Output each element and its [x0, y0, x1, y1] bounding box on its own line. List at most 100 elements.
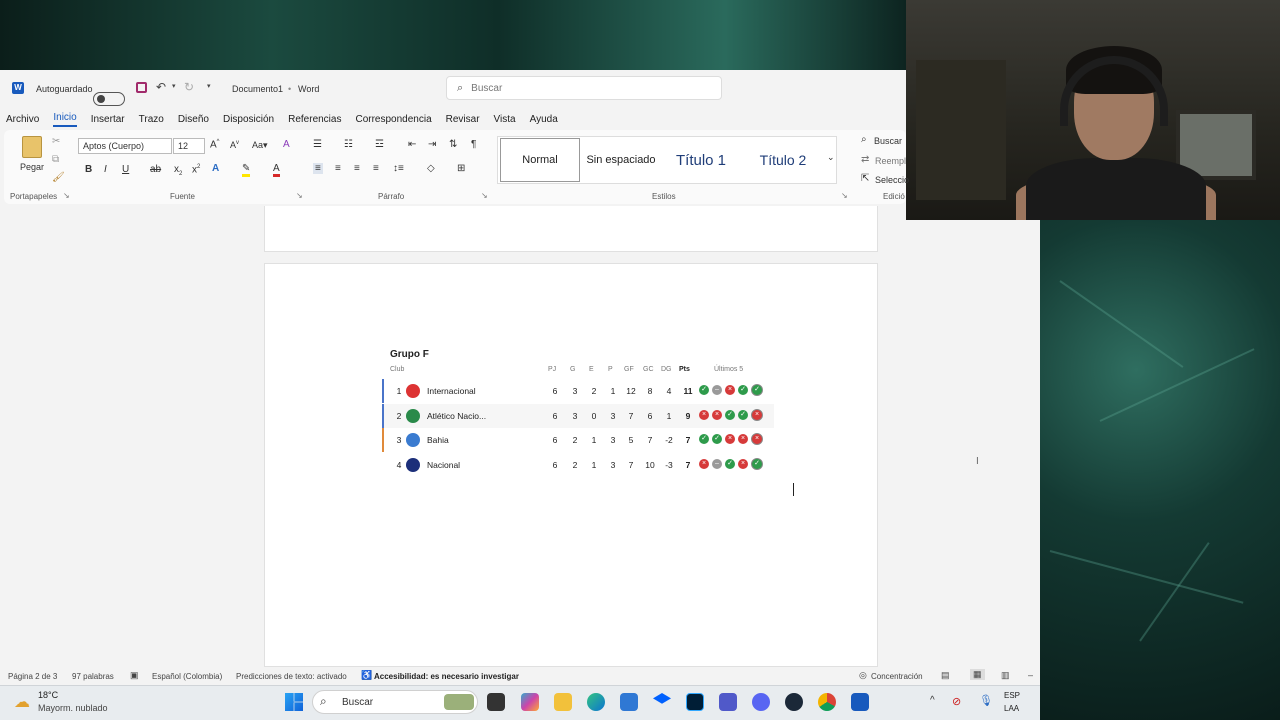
photoshop-icon[interactable] — [686, 693, 704, 711]
line-spacing-icon[interactable]: ↕≡ — [393, 163, 404, 174]
sort-icon[interactable]: ⇅ — [449, 139, 457, 150]
style-normal[interactable]: Normal — [500, 138, 580, 182]
search-highlight-icon[interactable] — [444, 694, 474, 710]
paste-button[interactable]: Pegar — [20, 162, 44, 172]
numbering-icon[interactable]: ☷ — [344, 139, 353, 150]
weather-temp[interactable]: 18°C — [38, 690, 58, 700]
microphone-icon[interactable]: 🎙 — [979, 694, 993, 707]
strikethrough-icon[interactable]: ab — [150, 164, 161, 175]
style-titulo-2[interactable]: Título 2 — [744, 138, 822, 182]
borders-icon[interactable]: ⊞ — [457, 163, 465, 174]
zoom-out-icon[interactable]: – — [1028, 670, 1033, 680]
language[interactable]: Español (Colombia) — [152, 672, 222, 681]
style-titulo-1[interactable]: Título 1 — [664, 138, 738, 182]
word-taskbar-icon[interactable] — [851, 693, 869, 711]
focus-mode[interactable]: Concentración — [871, 672, 923, 681]
replace-icon[interactable]: ⇄ — [861, 154, 869, 165]
customize-toolbar-icon[interactable]: ▾ — [207, 82, 211, 90]
replace-button[interactable]: Reempl — [875, 156, 906, 166]
tab-insertar[interactable]: Insertar — [91, 114, 125, 125]
paragraph-launcher-icon[interactable]: ↘ — [481, 191, 488, 200]
font-name-select[interactable]: Aptos (Cuerpo) — [78, 138, 172, 154]
tray-app-icon[interactable]: ⊘ — [952, 695, 961, 708]
shading-icon[interactable]: ◇ — [427, 163, 435, 174]
italic-icon[interactable]: I — [104, 164, 107, 175]
print-layout-icon[interactable]: ▦ — [970, 669, 985, 680]
input-language[interactable]: ESP — [1004, 691, 1020, 700]
tab-ayuda[interactable]: Ayuda — [530, 114, 558, 125]
save-icon[interactable] — [136, 82, 147, 93]
tab-inicio[interactable]: Inicio — [53, 112, 77, 127]
bold-icon[interactable]: B — [85, 164, 92, 175]
paste-icon[interactable] — [22, 136, 42, 158]
web-layout-icon[interactable]: ▥ — [1001, 670, 1010, 681]
tab-disposicion[interactable]: Disposición — [223, 114, 274, 125]
styles-launcher-icon[interactable]: ↘ — [841, 191, 848, 200]
find-icon[interactable]: ⌕ — [861, 134, 867, 145]
steam-icon[interactable] — [785, 693, 803, 711]
table-row[interactable]: Nacional 4 6 2 1 3 7 10 -3 7 × – ✓ × ✓ — [382, 453, 774, 477]
copilot-icon[interactable] — [521, 693, 539, 711]
table-row[interactable]: Internacional 1 6 3 2 1 12 8 4 11 ✓ – × ✓ ✓ — [382, 379, 774, 403]
undo-icon[interactable]: ↶ — [156, 80, 166, 94]
page-count[interactable]: Página 2 de 3 — [8, 672, 57, 681]
edge-icon[interactable] — [587, 693, 605, 711]
document-page-1[interactable] — [264, 206, 878, 252]
chrome-icon[interactable] — [818, 693, 836, 711]
redo-icon[interactable]: ↻ — [184, 80, 194, 94]
tab-revisar[interactable]: Revisar — [446, 114, 480, 125]
justify-icon[interactable]: ≡ — [373, 163, 379, 174]
file-explorer-icon[interactable] — [554, 693, 572, 711]
highlight-icon[interactable]: ✎ — [242, 163, 251, 177]
clipboard-launcher-icon[interactable]: ↘ — [63, 191, 70, 200]
cut-icon[interactable]: ✂ — [52, 136, 60, 147]
accessibility-status[interactable]: Accesibilidad: es necesario investigar — [374, 672, 519, 681]
show-marks-icon[interactable]: ¶ — [471, 139, 476, 150]
text-effects-icon[interactable]: A — [212, 163, 219, 174]
format-painter-icon[interactable]: 🖌 — [52, 172, 65, 183]
align-left-icon[interactable]: ≡ — [313, 163, 323, 174]
tab-vista[interactable]: Vista — [494, 114, 516, 125]
discord-icon[interactable] — [752, 693, 770, 711]
table-row[interactable]: Atlético Nacio... 2 6 3 0 3 7 6 1 9 × × ✓ ✓ × — [382, 403, 774, 428]
read-mode-icon[interactable]: ▤ — [941, 670, 950, 681]
find-button[interactable]: Buscar — [874, 136, 902, 146]
autosave-toggle[interactable] — [93, 92, 125, 106]
store-icon[interactable] — [620, 693, 638, 711]
undo-dropdown-icon[interactable]: ▾ — [172, 82, 176, 90]
select-button[interactable]: Seleccio — [875, 175, 909, 185]
increase-indent-icon[interactable]: ⇥ — [428, 139, 436, 150]
superscript-icon[interactable]: x2 — [192, 164, 200, 175]
tab-diseno[interactable]: Diseño — [178, 114, 209, 125]
bullets-icon[interactable]: ☰ — [313, 139, 322, 150]
decrease-indent-icon[interactable]: ⇤ — [408, 139, 416, 150]
copy-icon[interactable]: ⧉ — [52, 154, 59, 165]
tab-trazo[interactable]: Trazo — [139, 114, 164, 125]
word-count[interactable]: 97 palabras — [72, 672, 114, 681]
styles-more-icon[interactable]: ⌄ — [827, 152, 835, 163]
table-row[interactable]: Bahia 3 6 2 1 3 5 7 -2 7 ✓ ✓ × × × — [382, 428, 774, 452]
select-icon[interactable]: ⇱ — [861, 173, 869, 184]
tab-archivo[interactable]: Archivo — [6, 114, 39, 125]
teams-icon[interactable] — [719, 693, 737, 711]
shrink-font-icon[interactable]: Av — [230, 140, 239, 150]
font-color-icon[interactable]: A — [273, 163, 280, 177]
style-sin-espaciado[interactable]: Sin espaciado — [582, 138, 660, 182]
weather-desc[interactable]: Mayorm. nublado — [38, 703, 108, 713]
clear-formatting-icon[interactable]: A — [283, 139, 290, 150]
tray-chevron-icon[interactable]: ^ — [930, 695, 935, 706]
align-right-icon[interactable]: ≡ — [354, 163, 360, 174]
font-size-select[interactable]: 12 — [173, 138, 205, 154]
grow-font-icon[interactable]: A^ — [210, 139, 220, 150]
text-predictions[interactable]: Predicciones de texto: activado — [236, 672, 347, 681]
underline-icon[interactable]: U — [122, 164, 129, 175]
subscript-icon[interactable]: x2 — [174, 164, 182, 177]
change-case-icon[interactable]: Aa▾ — [252, 140, 268, 151]
weather-icon[interactable]: ☁ — [14, 692, 30, 712]
task-view-icon[interactable] — [487, 693, 505, 711]
align-center-icon[interactable]: ≡ — [335, 163, 341, 174]
word-logo-icon[interactable]: W — [12, 82, 24, 94]
font-launcher-icon[interactable]: ↘ — [296, 191, 303, 200]
search-input[interactable]: ⌕ Buscar — [446, 76, 722, 100]
input-layout[interactable]: LAA — [1004, 704, 1019, 713]
